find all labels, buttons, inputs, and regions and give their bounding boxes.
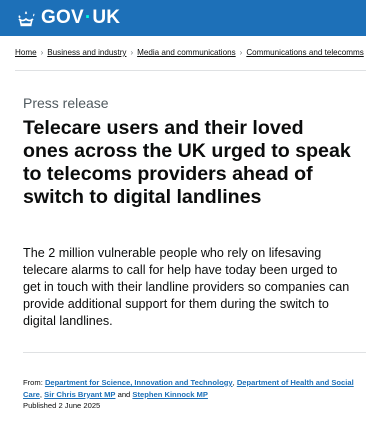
logo-text-uk: UK	[92, 7, 121, 28]
breadcrumb: Home › Business and industry › Media and com…	[15, 48, 366, 57]
meta-separator: ,	[39, 389, 43, 399]
govuk-logo-link[interactable]: GOV · UK	[16, 7, 120, 29]
page-title: Telecare users and their loved ones acro…	[23, 117, 351, 208]
and-text: and	[117, 389, 131, 399]
breadcrumb-business-and-industry[interactable]: Business and industry	[47, 48, 126, 57]
breadcrumb-divider	[15, 70, 366, 71]
meta-separator: ,	[232, 378, 235, 387]
person-link-stephen-kinnock[interactable]: Stephen Kinnock MP	[132, 390, 208, 399]
document-type-caption: Press release	[23, 95, 109, 111]
breadcrumb-separator: ›	[130, 48, 134, 57]
breadcrumb-separator: ›	[40, 48, 44, 57]
breadcrumb-home[interactable]: Home	[15, 48, 37, 57]
logo-text-gov: GOV	[41, 7, 84, 28]
lede-summary: The 2 million vulnerable people who rely…	[23, 246, 350, 328]
published-date: Published 2 June 2025	[23, 401, 101, 410]
person-link-chris-bryant[interactable]: Sir Chris Bryant MP	[44, 390, 115, 399]
crown-icon	[18, 10, 35, 26]
breadcrumb-media-and-communications[interactable]: Media and communications	[137, 48, 236, 57]
org-link-dsit[interactable]: Department for Science, Innovation and T…	[45, 378, 233, 387]
breadcrumb-communications-and-telecomms[interactable]: Communications and telecomms	[246, 48, 363, 57]
from-label: From:	[23, 378, 43, 387]
site-header: GOV · UK	[0, 0, 366, 36]
from-metadata: From: Department for Science, Innovation…	[23, 377, 359, 400]
section-divider	[23, 352, 366, 353]
breadcrumb-separator: ›	[239, 48, 243, 57]
logo-dot: ·	[84, 7, 92, 28]
